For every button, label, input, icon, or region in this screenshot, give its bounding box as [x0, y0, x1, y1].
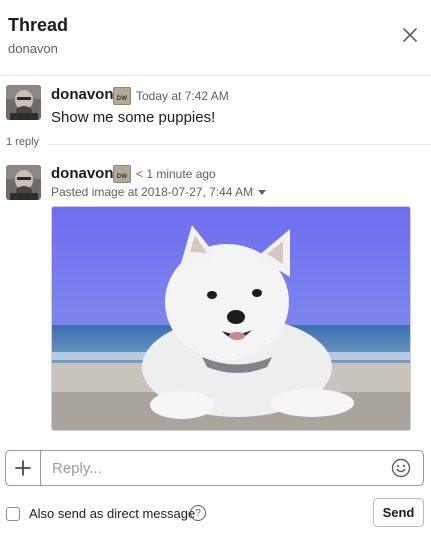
message-author[interactable]: donavon: [51, 165, 114, 182]
reply-composer: [5, 450, 424, 486]
emoji-button[interactable]: [391, 458, 411, 478]
avatar-image: [6, 165, 41, 200]
chevron-down-icon[interactable]: [258, 190, 267, 196]
message-text: Show me some puppies!: [51, 109, 216, 126]
thread-header: Thread donavon: [0, 0, 431, 76]
pasted-image[interactable]: [51, 206, 411, 431]
message-author[interactable]: donavon: [51, 86, 114, 103]
plus-icon: [15, 460, 31, 476]
divider-line: [48, 144, 431, 145]
thread-channel-name: donavon: [8, 41, 58, 56]
message-timestamp[interactable]: < 1 minute ago: [136, 167, 216, 181]
add-attachment-button[interactable]: [6, 451, 41, 485]
composer-footer: Also send as direct message ? Send: [0, 498, 431, 530]
reply-count: 1 reply: [6, 136, 44, 148]
avatar[interactable]: [6, 85, 41, 120]
puppy-image: [52, 207, 410, 430]
close-icon: [403, 28, 417, 42]
attachment-meta: Pasted image at 2018-07-27, 7:44 AM: [51, 185, 267, 199]
reply-divider: 1 reply: [0, 136, 431, 152]
avatar-image: [6, 85, 41, 120]
send-button[interactable]: Send: [373, 498, 424, 527]
direct-message-label[interactable]: Also send as direct message: [29, 506, 195, 521]
attachment-title[interactable]: Pasted image at 2018-07-27, 7:44 AM: [51, 185, 253, 199]
reply-input[interactable]: [42, 451, 382, 485]
author-badge: DW: [113, 165, 131, 183]
direct-message-checkbox[interactable]: [6, 507, 20, 521]
smiley-icon: [391, 458, 411, 478]
message-timestamp[interactable]: Today at 7:42 AM: [136, 89, 229, 103]
help-icon[interactable]: ?: [190, 505, 206, 521]
thread-title: Thread: [8, 15, 69, 35]
avatar[interactable]: [6, 165, 41, 200]
author-badge: DW: [113, 87, 131, 105]
close-button[interactable]: [397, 22, 423, 48]
